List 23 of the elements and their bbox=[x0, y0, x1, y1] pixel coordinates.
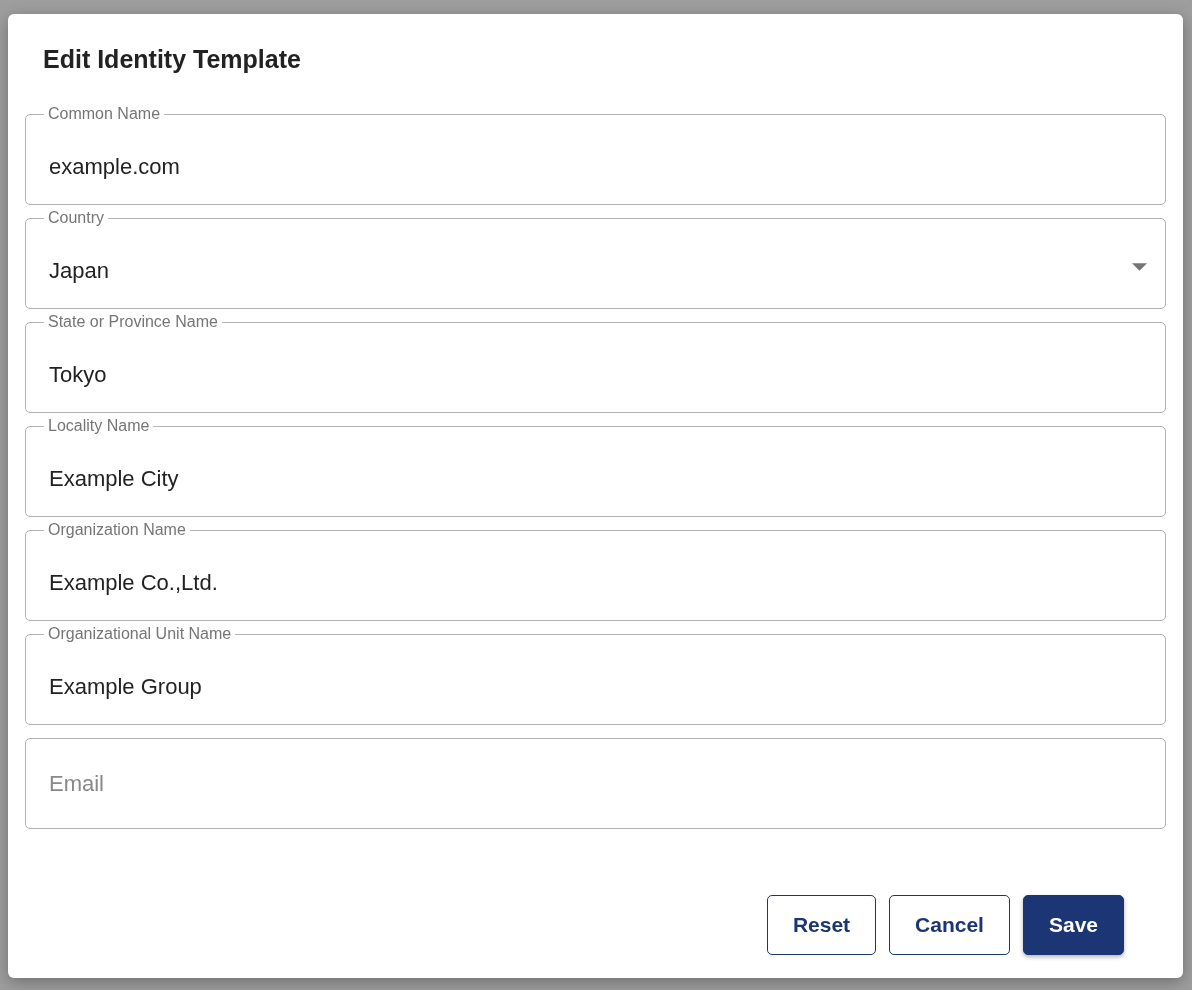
text-field[interactable]: Organizational Unit Name Example Group bbox=[25, 625, 1166, 725]
dialog-button[interactable]: Save bbox=[1022, 895, 1124, 955]
text-input[interactable]: Example Co.,Ltd. bbox=[49, 539, 1142, 619]
text-field[interactable]: State or Province Name Tokyo bbox=[25, 313, 1166, 413]
text-input[interactable]: Example City bbox=[49, 435, 1142, 515]
dropdown-value: Japan bbox=[49, 258, 110, 284]
field-label: Country bbox=[47, 209, 106, 227]
caret-icon bbox=[1132, 263, 1147, 271]
field-label: Organization Name bbox=[47, 521, 187, 539]
dialog-button[interactable]: Reset bbox=[766, 895, 877, 955]
text-input[interactable]: example.com bbox=[49, 123, 1142, 203]
text-field[interactable]: Locality Name Example City bbox=[25, 417, 1166, 517]
text-input[interactable]: Tokyo bbox=[49, 331, 1142, 411]
text-input[interactable]: Example Group bbox=[49, 643, 1142, 723]
field-label: Organizational Unit Name bbox=[47, 625, 233, 643]
text-field[interactable]: Common Name example.com bbox=[25, 105, 1166, 205]
field-label: State or Province Name bbox=[47, 313, 219, 331]
dialog-button[interactable]: Cancel bbox=[889, 895, 1010, 955]
field-label: Common Name bbox=[47, 105, 162, 123]
text-field[interactable]: Organization Name Example Co.,Ltd. bbox=[25, 521, 1166, 621]
country-dropdown[interactable]: Country Japan bbox=[25, 209, 1166, 309]
dialog-title: Edit Identity Template bbox=[43, 44, 301, 74]
field-label: Locality Name bbox=[47, 417, 151, 435]
